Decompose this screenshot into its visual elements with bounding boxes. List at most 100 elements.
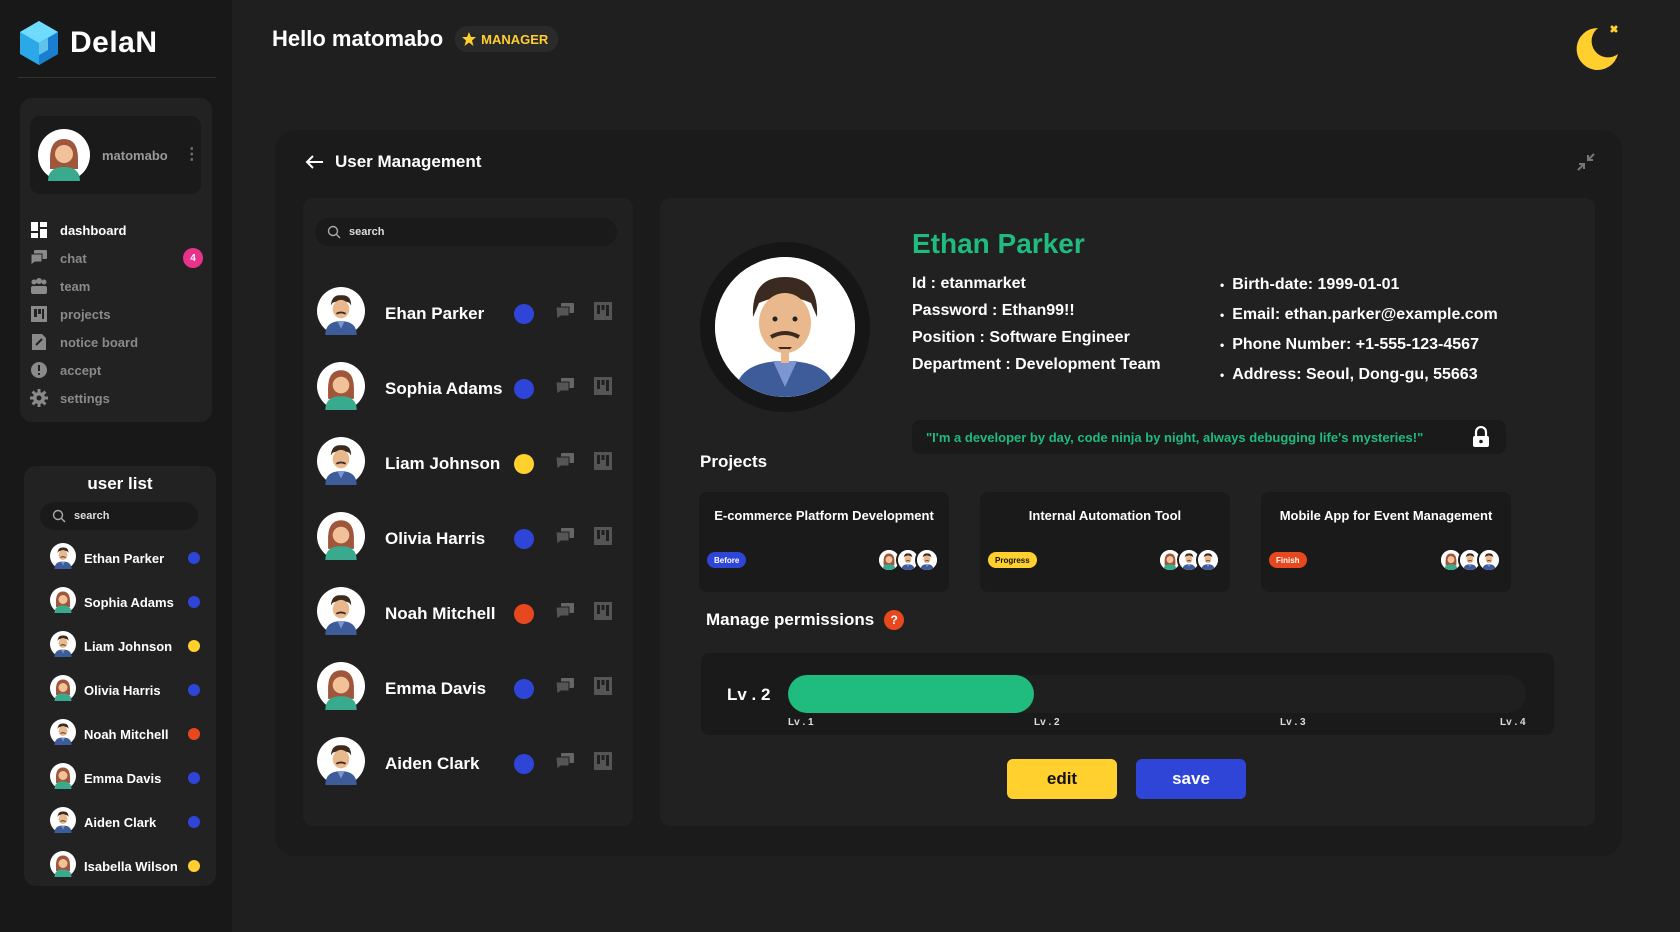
sidebar-item-label: chat [60, 250, 87, 266]
user-list-search[interactable] [40, 502, 198, 530]
avatar [317, 662, 365, 715]
profile-card[interactable]: matomabo ⋮ [30, 116, 201, 194]
board-icon[interactable] [594, 302, 612, 325]
chat-icon[interactable] [555, 752, 575, 775]
status-dot [188, 552, 200, 564]
project-card[interactable]: Mobile App for Event Management Finish [1261, 492, 1511, 592]
table-row[interactable]: Olivia Harris [317, 501, 627, 576]
panel-search-input[interactable] [349, 226, 599, 238]
sidebar-item-notice-board[interactable]: notice board [30, 328, 205, 356]
sidebar-item-label: dashboard [60, 222, 127, 238]
table-row[interactable]: Noah Mitchell [317, 576, 627, 651]
minimize-icon[interactable] [1574, 150, 1598, 174]
sidebar-item-team[interactable]: team [30, 272, 205, 300]
level-tick-label: Lv . 2 [1034, 717, 1060, 728]
avatar [915, 548, 939, 572]
projects-heading: Projects [700, 452, 768, 471]
board-icon[interactable] [594, 452, 612, 475]
back-button[interactable]: User Management [305, 152, 481, 172]
chat-icon[interactable] [555, 302, 575, 325]
notice-board-icon [30, 333, 48, 351]
user-name: Ehan Parker [385, 303, 485, 323]
sidebar-item-label: settings [60, 390, 110, 406]
app-logo[interactable]: DelaN [18, 20, 158, 66]
user-name: Emma Davis [84, 770, 162, 786]
board-icon[interactable] [594, 377, 612, 400]
quote-text: "I'm a developer by day, code ninja by n… [926, 429, 1424, 445]
member-avatars [1158, 548, 1220, 572]
chat-icon[interactable] [555, 677, 575, 700]
list-item[interactable]: Isabella Wilson [24, 844, 216, 888]
dark-mode-toggle-icon[interactable] [1572, 22, 1624, 74]
board-icon[interactable] [594, 527, 612, 550]
status-dot [188, 860, 200, 872]
info-right: Birth-date: 1999-01-01 Email: ethan.park… [1220, 270, 1498, 390]
list-item[interactable]: Emma Davis [24, 756, 216, 800]
avatar [38, 129, 90, 181]
status-badge: Progress [988, 552, 1037, 568]
sidebar-item-projects[interactable]: projects [30, 300, 205, 328]
sidebar-item-chat[interactable]: chat 4 [30, 244, 205, 272]
user-name: Noah Mitchell [385, 603, 496, 623]
arrow-left-icon [305, 155, 323, 169]
panel-search[interactable] [315, 218, 617, 246]
sidebar-item-accept[interactable]: accept [30, 356, 205, 384]
status-dot [188, 596, 200, 608]
level-tick-label: Lv . 4 [1500, 717, 1526, 728]
chat-icon[interactable] [555, 527, 575, 550]
sidebar-item-dashboard[interactable]: dashboard [30, 216, 205, 244]
project-card[interactable]: Internal Automation Tool Progress [980, 492, 1230, 592]
board-icon[interactable] [594, 677, 612, 700]
avatar [50, 630, 76, 662]
board-icon[interactable] [594, 752, 612, 775]
user-password: Password : Ethan99!! [912, 302, 1075, 319]
role-badge: MANAGER [455, 26, 559, 52]
permissions-heading: Manage permissions ? [706, 610, 905, 630]
help-icon[interactable]: ? [884, 610, 905, 630]
list-item[interactable]: Liam Johnson [24, 624, 216, 668]
avatar [50, 586, 76, 618]
save-button[interactable]: save [1136, 759, 1246, 799]
avatar [50, 762, 76, 794]
accept-icon [30, 361, 48, 379]
status-dot [188, 640, 200, 652]
board-icon[interactable] [594, 602, 612, 625]
sidebar-item-settings[interactable]: settings [30, 384, 205, 412]
more-options-icon[interactable]: ⋮ [184, 147, 200, 163]
level-ticks: Lv . 1 Lv . 2 Lv . 3 Lv . 4 [788, 717, 1526, 729]
avatar [317, 587, 365, 640]
list-item[interactable]: Olivia Harris [24, 668, 216, 712]
sidebar-item-label: accept [60, 362, 102, 378]
status-dot [188, 728, 200, 740]
user-address: Address: Seoul, Dong-gu, 55663 [1220, 360, 1498, 390]
table-row[interactable]: Aiden Clark [317, 726, 627, 801]
sidebar-item-label: team [60, 278, 91, 294]
user-list-box: user list Ethan Parker Sophia Adams Liam J… [24, 466, 216, 886]
list-item[interactable]: Ethan Parker [24, 536, 216, 580]
chat-icon[interactable] [555, 452, 575, 475]
table-row[interactable]: Sophia Adams [317, 351, 627, 426]
status-dot [188, 684, 200, 696]
list-item[interactable]: Aiden Clark [24, 800, 216, 844]
list-item[interactable]: Sophia Adams [24, 580, 216, 624]
project-name: Mobile App for Event Management [1279, 508, 1493, 523]
table-row[interactable]: Liam Johnson [317, 426, 627, 501]
user-full-name: Ethan Parker [912, 228, 1085, 259]
chat-icon[interactable] [555, 602, 575, 625]
table-row[interactable]: Ehan Parker [317, 276, 627, 351]
table-row[interactable]: Emma Davis [317, 651, 627, 726]
lock-icon[interactable] [1472, 426, 1490, 448]
user-list: Ethan Parker Sophia Adams Liam Johnson Oliv… [24, 536, 216, 888]
profile-username: matomabo [102, 147, 168, 163]
level-fill[interactable] [788, 675, 1034, 713]
user-name: Olivia Harris [84, 682, 161, 698]
edit-button[interactable]: edit [1007, 759, 1117, 799]
level-slider[interactable] [788, 675, 1526, 713]
user-name: Aiden Clark [385, 753, 480, 773]
user-list-pane: Ehan Parker Sophia Adams Liam Johnson Olivi… [303, 198, 633, 826]
list-item[interactable]: Noah Mitchell [24, 712, 216, 756]
chat-icon[interactable] [555, 377, 575, 400]
user-name: Olivia Harris [385, 528, 486, 548]
project-card[interactable]: E-commerce Platform Development Before [699, 492, 949, 592]
user-list-search-input[interactable] [74, 510, 184, 522]
